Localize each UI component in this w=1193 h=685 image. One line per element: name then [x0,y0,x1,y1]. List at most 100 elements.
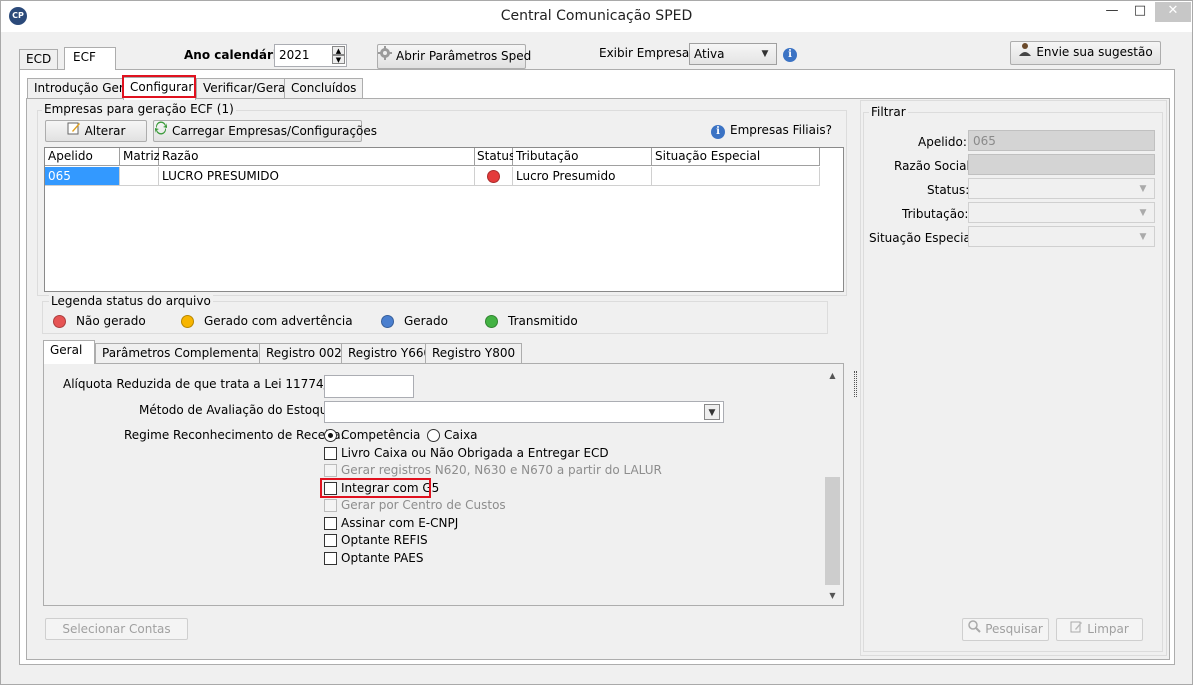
checkbox-centro-custos [324,499,337,512]
chevron-down-icon[interactable]: ▼ [704,404,720,420]
aliquota-input[interactable] [324,375,414,398]
legend-blue-icon [381,315,394,328]
filtro-tributacao-select[interactable]: ▼ [968,202,1155,223]
pesquisar-button[interactable]: Pesquisar [962,618,1049,641]
alterar-button[interactable]: Alterar [45,120,147,142]
chevron-down-icon: ▼ [1139,208,1147,218]
legend-green-icon [485,315,498,328]
metodo-label: Método de Avaliação do Estoque: [139,403,339,417]
checkbox-optante-paes[interactable] [324,552,337,565]
carregar-empresas-label: Carregar Empresas/Configurações [172,124,378,138]
col-status[interactable]: Status [475,148,515,166]
selecionar-contas-button[interactable]: Selecionar Contas [45,618,188,640]
radio-competencia-label: Competência [341,428,421,442]
metodo-select[interactable]: ▼ [324,401,724,423]
checkbox-assinar-ecnpj[interactable] [324,517,337,530]
splitter-handle[interactable] [854,371,857,397]
col-matriz[interactable]: Matriz [120,148,160,166]
spin-up-icon[interactable]: ▲ [332,46,345,55]
legend-gerado-advertencia: Gerado com advertência [204,314,353,328]
legend-gerado: Gerado [404,314,448,328]
checkbox-gerar-registros-label: Gerar registros N620, N630 e N670 a part… [341,463,662,477]
edit-icon [67,121,81,142]
envie-sugestao-label: Envie sua sugestão [1036,45,1153,59]
checkbox-centro-custos-label: Gerar por Centro de Custos [341,498,506,512]
abrir-parametros-label: Abrir Parâmetros Sped [396,49,532,63]
checkbox-optante-paes-label: Optante PAES [341,551,424,565]
limpar-label: Limpar [1087,622,1129,636]
tab-ecd[interactable]: ECD [19,49,59,70]
filtro-status-label: Status: [927,183,970,197]
scroll-up-icon[interactable]: ▲ [824,367,841,384]
filtro-tributacao-label: Tributação: [902,207,969,221]
envie-sugestao-button[interactable]: Envie sua sugestão [1010,41,1161,65]
legend-red-icon [53,315,66,328]
empresas-filiais-label: Empresas Filiais? [730,123,832,137]
eraser-icon [1070,619,1083,640]
limpar-button[interactable]: Limpar [1056,618,1143,641]
legend-yellow-icon [181,315,194,328]
close-button[interactable]: ✕ [1155,2,1191,22]
tab-concluidos[interactable]: Concluídos [284,78,364,99]
checkbox-livro-caixa-label: Livro Caixa ou Não Obrigada a Entregar E… [341,446,609,460]
checkbox-assinar-ecnpj-label: Assinar com E-CNPJ [341,516,459,530]
checkbox-livro-caixa[interactable] [324,447,337,460]
empresas-group-title: Empresas para geração ECF (1) [42,102,236,116]
checkbox-optante-refis-label: Optante REFIS [341,533,428,547]
col-apelido[interactable]: Apelido [45,148,120,166]
tab-verificar-gerar[interactable]: Verificar/Gerar [196,78,298,99]
exibir-empresas-select[interactable]: Ativa ▼ [689,43,777,65]
filtro-situacao-select[interactable]: ▼ [968,226,1155,247]
maximize-button[interactable]: □ [1127,2,1153,22]
spin-down-icon[interactable]: ▼ [332,55,345,64]
col-tributacao[interactable]: Tributação [513,148,652,166]
aliquota-label: Alíquota Reduzida de que trata a Lei 117… [63,377,363,391]
table-row-razao[interactable]: LUCRO PRESUMIDO [159,167,475,186]
legend-transmitido: Transmitido [508,314,578,328]
tab-registro-y800[interactable]: Registro Y800 [425,343,523,364]
radio-caixa-label: Caixa [444,428,478,442]
filtro-razao-label: Razão Social: [894,159,974,173]
table-row-tributacao[interactable]: Lucro Presumido [513,167,652,186]
table-row-apelido[interactable]: 065 [45,167,120,186]
radio-competencia[interactable] [324,429,337,442]
carregar-empresas-button[interactable]: Carregar Empresas/Configurações [153,120,377,142]
scroll-thumb[interactable] [825,477,840,585]
tab-registro-y660[interactable]: Registro Y660 [341,343,439,364]
scroll-down-icon[interactable]: ▼ [824,587,841,604]
col-razao[interactable]: Razão [159,148,475,166]
minimize-button[interactable]: — [1099,2,1125,22]
radio-caixa[interactable] [427,429,440,442]
abrir-parametros-button[interactable]: Abrir Parâmetros Sped [377,44,531,69]
legend-nao-gerado: Não gerado [76,314,146,328]
ano-calendario-input[interactable]: 2021 ▲ ▼ [274,44,347,67]
exibir-empresas-label: Exibir Empresas: [599,46,700,60]
info-icon[interactable]: i [783,46,797,62]
filtro-apelido-label: Apelido: [918,135,967,149]
tab-parametros-complementares[interactable]: Parâmetros Complementares [95,343,284,364]
table-row-status[interactable] [475,167,513,186]
table-row-situacao[interactable] [652,167,820,186]
search-icon [968,619,981,640]
checkbox-gerar-registros [324,464,337,477]
chevron-down-icon: ▼ [761,49,769,59]
col-situacao-especial[interactable]: Situação Especial [652,148,820,166]
window-title: Central Comunicação SPED [500,8,693,24]
filtro-razao-input[interactable] [968,154,1155,175]
pesquisar-label: Pesquisar [985,622,1043,636]
table-row-matriz[interactable] [120,167,159,186]
tab-ecf[interactable]: ECF [64,47,116,70]
refresh-icon [154,121,168,142]
tab-geral[interactable]: Geral [43,340,95,364]
title-bar: CP Central Comunicação SPED — □ ✕ [1,1,1192,32]
empresas-filiais-info-icon[interactable]: i [711,123,725,139]
filtro-apelido-input[interactable]: 065 [968,130,1155,151]
chevron-down-icon: ▼ [1139,184,1147,194]
user-icon [1018,42,1032,63]
filtro-situacao-label: Situação Especial: [869,231,979,245]
geral-scrollbar[interactable]: ▲ ▼ [824,367,841,604]
gear-icon [378,45,392,68]
exibir-empresas-value: Ativa [694,47,725,61]
checkbox-optante-refis[interactable] [324,534,337,547]
filtro-status-select[interactable]: ▼ [968,178,1155,199]
